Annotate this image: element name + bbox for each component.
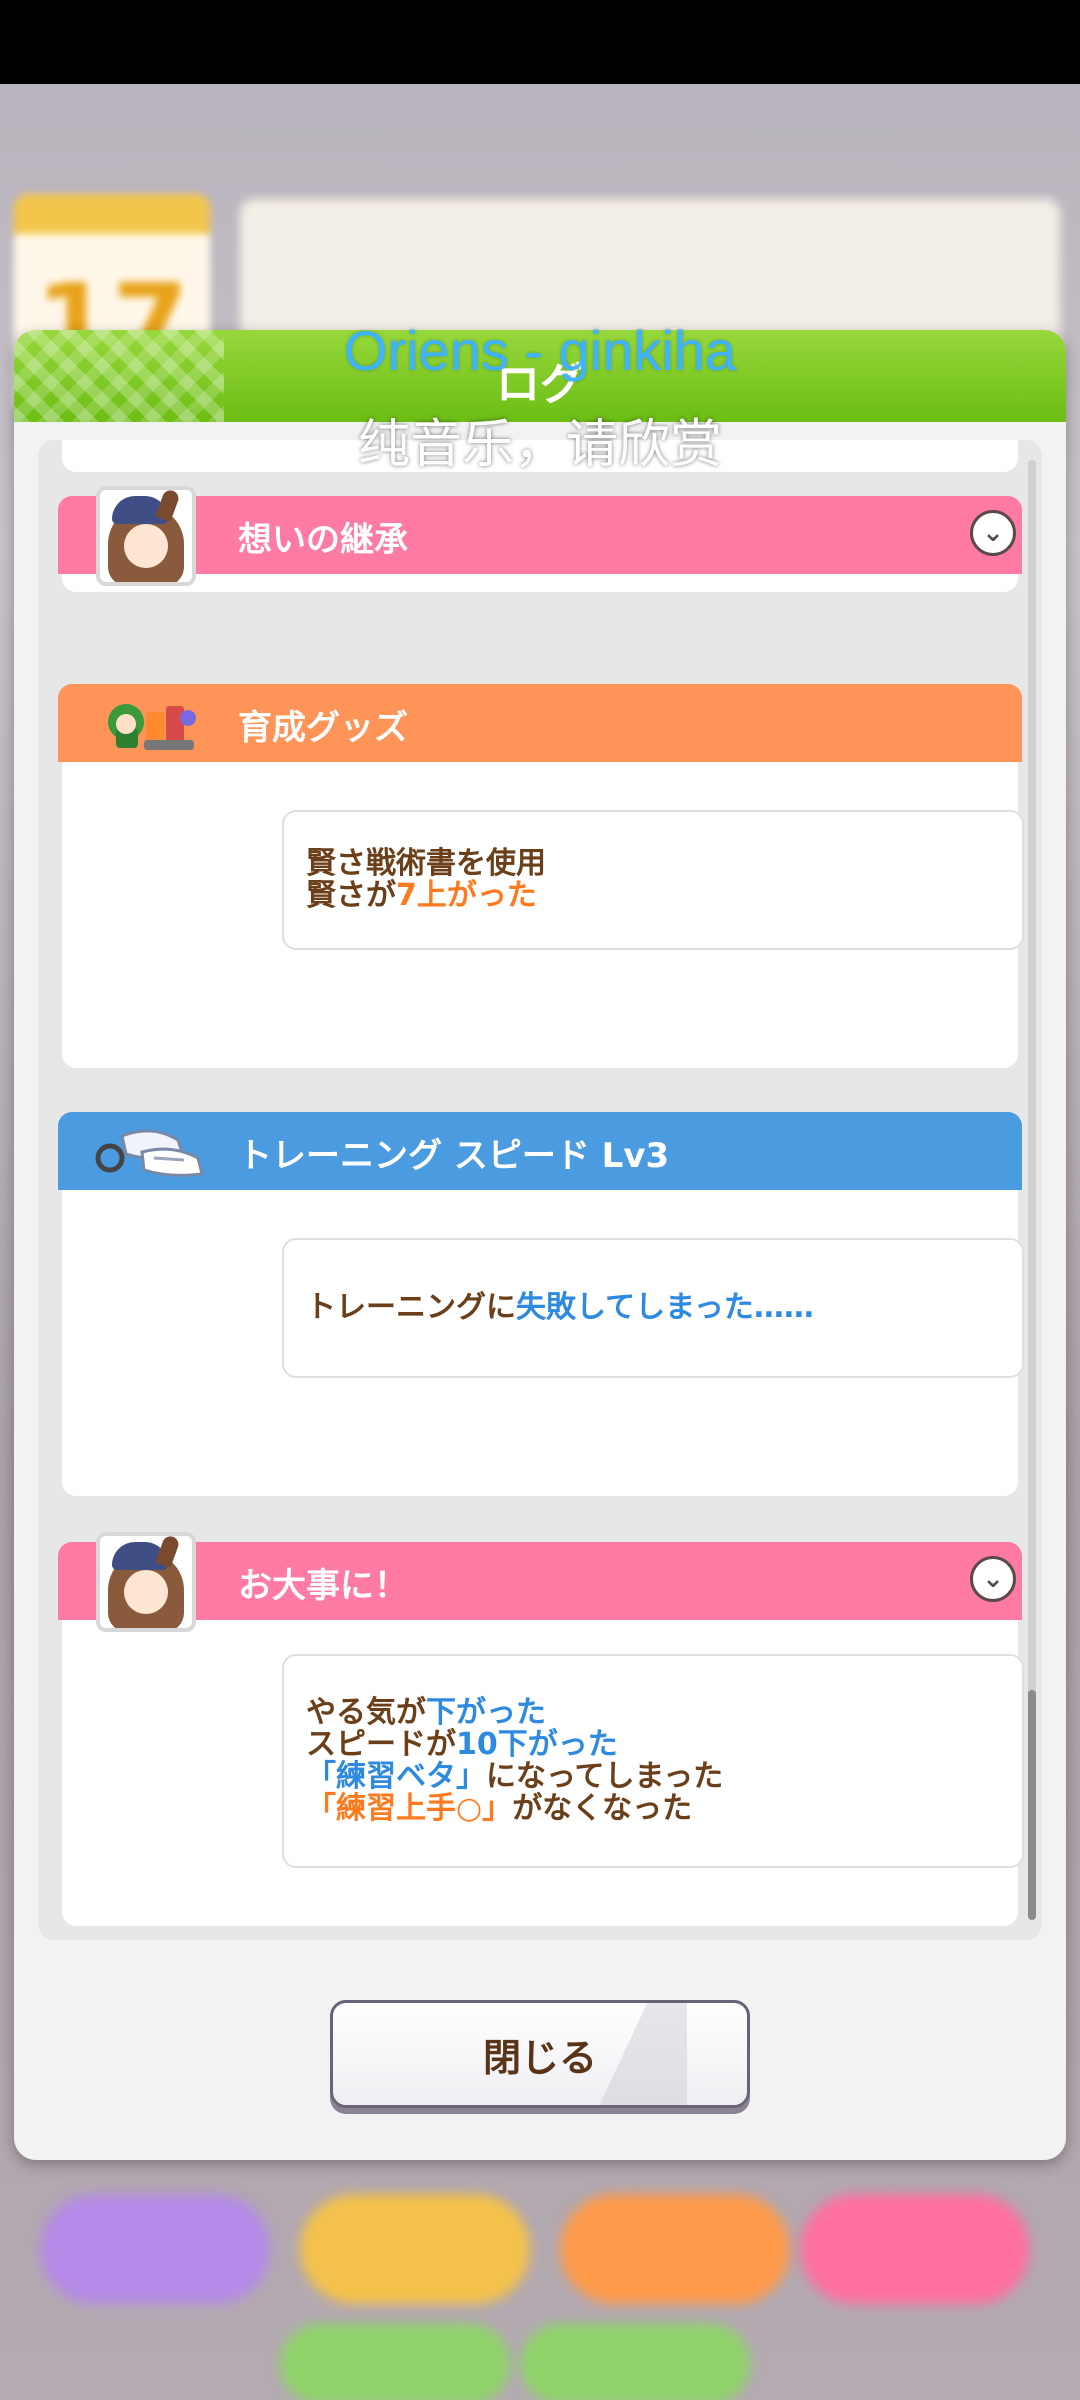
log-line: 賢さが7上がった (306, 878, 537, 913)
log-message-box: トレーニングに失敗してしまった…… (282, 1238, 1024, 1378)
log-line: トレーニングに失敗してしまった…… (306, 1290, 814, 1325)
log-entry-title: 想いの継承 (238, 520, 408, 560)
shoes-icon (95, 1129, 204, 1177)
log-entry-header[interactable]: 想いの継承 ⌄ (58, 496, 1022, 574)
blurred-menu-button (300, 2194, 530, 2304)
log-entry: お大事に！ ⌄ やる気が下がった スピードが10下がった 「練習ベタ」になってし… (58, 1532, 1024, 1926)
blurred-menu-button (280, 2324, 510, 2400)
scrollbar-thumb[interactable] (1028, 1690, 1036, 1920)
log-entry: 育成グッズ 賢さ戦術書を使用 賢さが7上がった (58, 684, 1024, 1068)
log-entry-title: トレーニング スピード Lv3 (238, 1136, 670, 1176)
chevron-down-icon[interactable]: ⌄ (970, 510, 1016, 556)
character-portrait-icon (96, 486, 196, 586)
scrollbar[interactable] (1028, 460, 1036, 1920)
log-message-box: やる気が下がった スピードが10下がった 「練習ベタ」になってしまった 「練習上… (282, 1654, 1024, 1868)
log-line: やる気が下がった (306, 1695, 546, 1730)
log-line: 「練習上手○」がなくなった (306, 1791, 693, 1826)
log-dialog: ログ 想いの継承 ⌄ 育成グッズ 賢さ戦術書を使用 賢さが7上がった トレーニン… (14, 330, 1066, 2160)
log-line: 「練習ベタ」になってしまった (306, 1759, 724, 1794)
log-scroll-area[interactable]: 想いの継承 ⌄ 育成グッズ 賢さ戦術書を使用 賢さが7上がった トレーニング ス… (38, 440, 1042, 1940)
blurred-menu-button (520, 2324, 750, 2400)
song-caption: Oriens - ginkiha (343, 319, 737, 382)
log-entry: トレーニング スピード Lv3 トレーニングに失敗してしまった…… (58, 1112, 1024, 1496)
log-line: スピードが10下がった (306, 1727, 618, 1762)
close-button[interactable]: 閉じる (330, 2000, 750, 2108)
log-line: 賢さ戦術書を使用 (306, 846, 546, 881)
log-entry-title: 育成グッズ (238, 708, 408, 748)
blurred-menu-button (40, 2194, 270, 2304)
log-entry: 想いの継承 ⌄ (58, 486, 1022, 592)
blurred-menu-button (800, 2194, 1030, 2304)
log-entry-header[interactable]: お大事に！ ⌄ (58, 1542, 1022, 1620)
character-portrait-icon (96, 1532, 196, 1632)
log-entry-title: お大事に！ (238, 1566, 408, 1606)
training-goods-icon (108, 704, 196, 750)
blurred-menu-button (560, 2194, 790, 2304)
log-message-box: 賢さ戦術書を使用 賢さが7上がった (282, 810, 1024, 950)
chevron-down-icon[interactable]: ⌄ (970, 1556, 1016, 1602)
subtitle-caption: 纯音乐，请欣赏 (357, 415, 722, 475)
